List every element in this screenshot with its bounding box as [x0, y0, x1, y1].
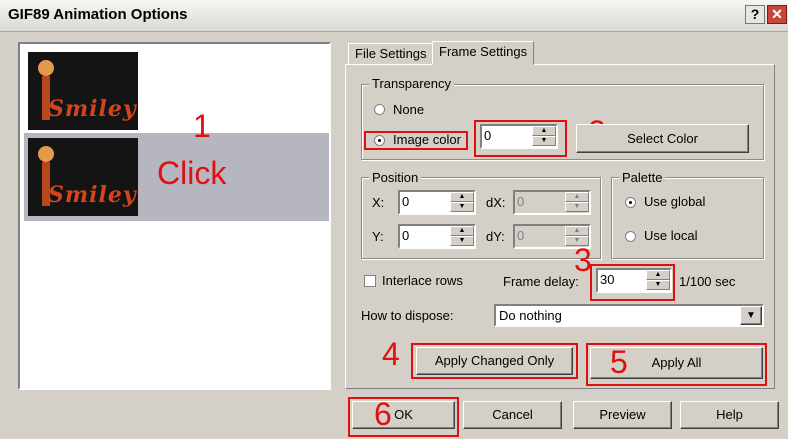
spin-up-icon[interactable]: ▲ [450, 192, 474, 202]
frame-list[interactable]: Smiley Smiley [18, 42, 331, 390]
help-button[interactable]: Help [680, 401, 779, 429]
use-global-label: Use global [644, 194, 706, 209]
x-label: X: [372, 195, 385, 210]
spin-up-icon[interactable]: ▲ [532, 126, 556, 136]
annotation-4: 4 [382, 336, 400, 372]
radio-use-local[interactable] [625, 231, 636, 242]
interlace-checkbox[interactable] [364, 275, 376, 287]
position-label: Position [369, 170, 422, 185]
use-local-label: Use local [644, 228, 698, 243]
dispose-value: Do nothing [499, 308, 562, 323]
spin-up-icon: ▲ [565, 226, 589, 236]
spin-up-icon[interactable]: ▲ [646, 270, 670, 280]
palette-group [611, 177, 764, 259]
tab-frame-settings[interactable]: Frame Settings [432, 41, 535, 65]
palette-label: Palette [619, 170, 666, 185]
frame-delay-input[interactable] [600, 272, 640, 287]
dispose-label: How to dispose: [361, 308, 454, 323]
close-icon[interactable]: ✕ [767, 5, 787, 24]
y-input[interactable] [402, 228, 442, 243]
x-spinner[interactable]: ▲ ▼ [398, 190, 476, 215]
spin-down-icon[interactable]: ▼ [532, 136, 556, 146]
x-input[interactable] [402, 194, 442, 209]
spin-up-icon: ▲ [565, 192, 589, 202]
frame-delay-spinner[interactable]: ▲ ▼ [596, 268, 672, 293]
tab-file-settings[interactable]: File Settings [348, 43, 434, 65]
thumbnail-text: Smiley [48, 96, 137, 122]
frame-item[interactable]: Smiley [24, 47, 329, 135]
cancel-button[interactable]: Cancel [463, 401, 562, 429]
spin-down-icon: ▼ [565, 202, 589, 212]
dx-label: dX: [486, 195, 506, 210]
frame-thumbnail: Smiley [28, 138, 138, 216]
chevron-down-icon[interactable]: ▼ [740, 306, 762, 325]
none-label: None [393, 102, 425, 117]
dy-input [517, 228, 557, 243]
help-title-button[interactable]: ? [745, 5, 765, 24]
spin-up-icon[interactable]: ▲ [450, 226, 474, 236]
window-title: GIF89 Animation Options [8, 6, 188, 23]
y-label: Y: [372, 229, 384, 244]
frame-delay-label: Frame delay: [503, 274, 579, 289]
dy-label: dY: [486, 229, 505, 244]
annotation-1: 1 [193, 108, 211, 144]
radio-use-global[interactable] [625, 197, 636, 208]
apply-changed-only-button[interactable]: Apply Changed Only [416, 347, 573, 375]
spin-down-icon[interactable]: ▼ [450, 236, 474, 246]
frame-delay-unit: 1/100 sec [679, 274, 736, 289]
dispose-dropdown[interactable]: Do nothing ▼ [494, 304, 764, 327]
transparency-label: Transparency [369, 76, 454, 91]
spin-down-icon[interactable]: ▼ [646, 280, 670, 290]
thumbnail-text: Smiley [48, 182, 137, 208]
annotation-5: 5 [610, 344, 628, 380]
image-color-label: Image color [393, 132, 461, 147]
ok-button[interactable]: OK [352, 401, 455, 429]
annotation-3: 3 [574, 242, 592, 278]
image-color-input[interactable] [484, 128, 524, 143]
spin-down-icon[interactable]: ▼ [450, 202, 474, 212]
image-color-spinner[interactable]: ▲ ▼ [480, 124, 558, 149]
y-spinner[interactable]: ▲ ▼ [398, 224, 476, 249]
annotation-click: Click [157, 155, 227, 191]
annotation-6: 6 [374, 396, 392, 432]
dx-spinner: ▲ ▼ [513, 190, 591, 215]
title-bar[interactable]: GIF89 Animation Options ? ✕ [0, 0, 788, 32]
frame-thumbnail: Smiley [28, 52, 138, 130]
radio-image-color[interactable] [374, 135, 385, 146]
dx-input [517, 194, 557, 209]
interlace-label: Interlace rows [382, 273, 463, 288]
preview-button[interactable]: Preview [573, 401, 672, 429]
select-color-button[interactable]: Select Color [576, 124, 749, 153]
radio-none[interactable] [374, 104, 385, 115]
